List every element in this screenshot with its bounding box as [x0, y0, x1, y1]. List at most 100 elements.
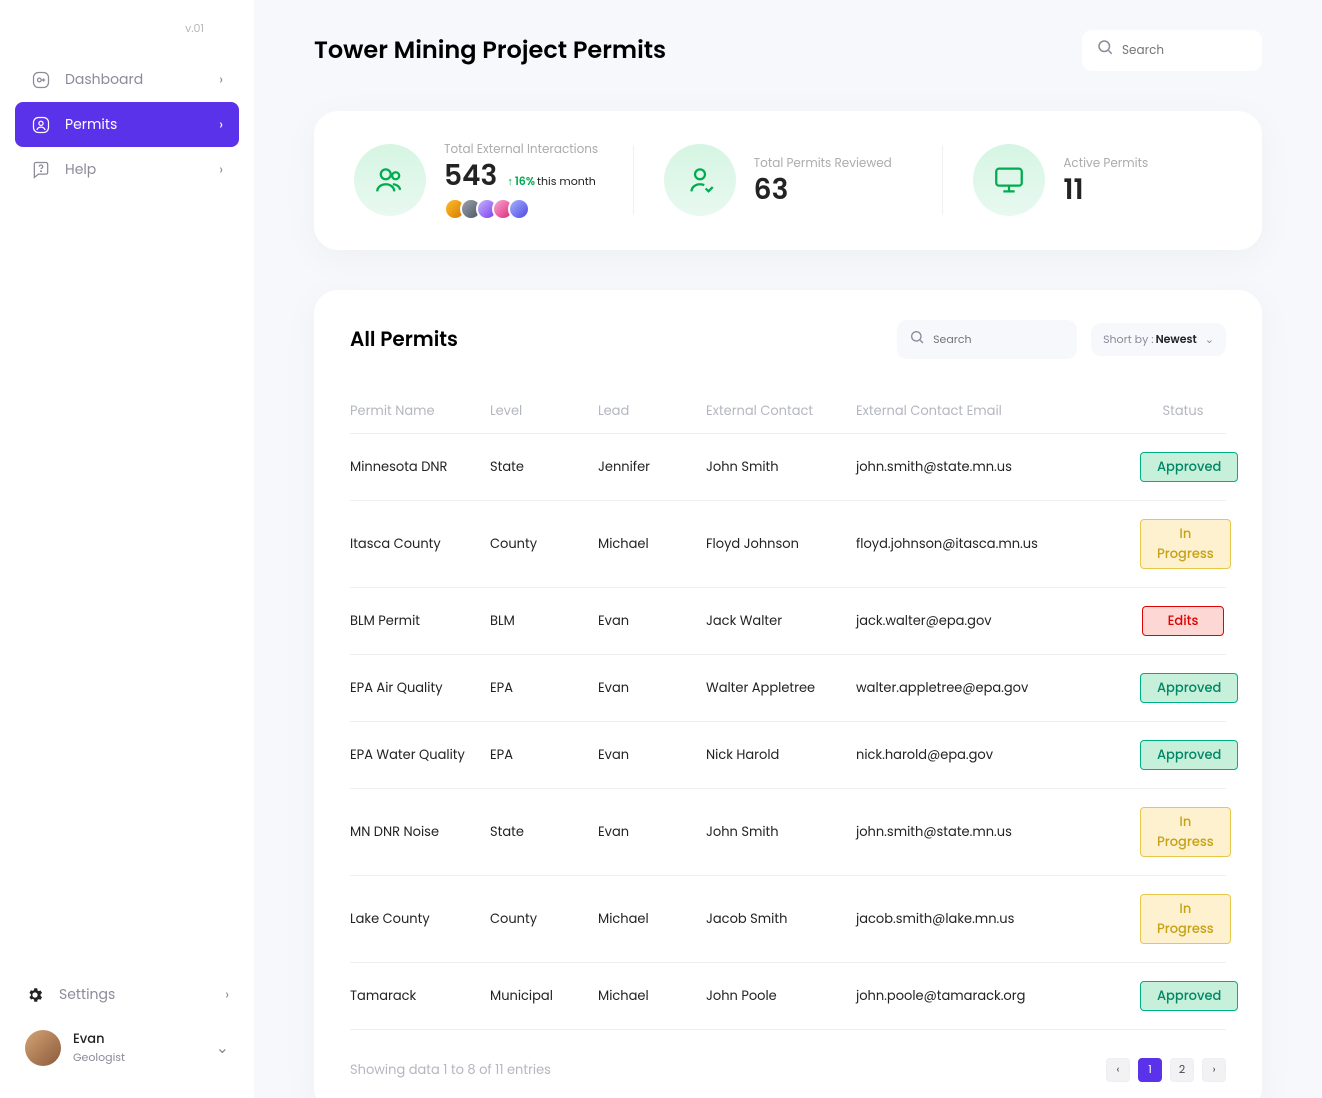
table-row[interactable]: BLM PermitBLMEvanJack Walterjack.walter@… — [350, 588, 1226, 655]
cell-email: floyd.johnson@itasca.mn.us — [856, 534, 1036, 554]
stat-content: Total External Interactions 543 ↑ 16% th… — [444, 141, 598, 220]
cell-level: State — [490, 457, 598, 477]
cell-level: State — [490, 822, 598, 842]
table-row[interactable]: Lake CountyCountyMichaelJacob Smithjacob… — [350, 876, 1226, 963]
search-box[interactable] — [1082, 30, 1262, 71]
cell-email: john.poole@tamarack.org — [856, 986, 1036, 1006]
help-icon — [31, 160, 51, 180]
divider — [942, 145, 943, 215]
cell-email: nick.harold@epa.gov — [856, 745, 1036, 765]
cell-email: jack.walter@epa.gov — [856, 611, 1036, 631]
stat-reviewed: Total Permits Reviewed 63 — [664, 144, 913, 216]
table-row[interactable]: EPA Air QualityEPAEvanWalter Appletreewa… — [350, 655, 1226, 722]
sidebar-item-help[interactable]: Help › — [15, 147, 239, 192]
col-contact: External Contact — [706, 401, 856, 421]
status-badge: In Progress — [1140, 807, 1231, 857]
trend-percent: 16% — [515, 173, 535, 190]
trend-label: this month — [537, 173, 596, 190]
page-next[interactable]: › — [1202, 1058, 1226, 1082]
cell-status: Edits — [1140, 606, 1226, 636]
cell-name: Minnesota DNR — [350, 457, 490, 477]
user-name: Evan — [73, 1029, 216, 1049]
cell-email: john.smith@state.mn.us — [856, 822, 1036, 842]
cell-lead: Evan — [598, 745, 706, 765]
cell-level: EPA — [490, 745, 598, 765]
page-prev[interactable]: ‹ — [1106, 1058, 1130, 1082]
cell-contact: Walter Appletree — [706, 678, 856, 698]
cell-name: Lake County — [350, 909, 490, 929]
cell-level: County — [490, 909, 598, 929]
sidebar-item-dashboard[interactable]: Dashboard › — [15, 57, 239, 102]
table-header: All Permits Short by : Newest ⌄ — [350, 320, 1226, 359]
user-info: Evan Geologist — [73, 1029, 216, 1066]
col-level: Level — [490, 401, 598, 421]
cell-lead: Evan — [598, 822, 706, 842]
avatar — [508, 198, 530, 220]
cell-name: Tamarack — [350, 986, 490, 1006]
stat-active: Active Permits 11 — [973, 144, 1222, 216]
cell-lead: Evan — [598, 678, 706, 698]
cell-email: walter.appletree@epa.gov — [856, 678, 1036, 698]
sidebar-item-label: Help — [65, 159, 219, 180]
cell-status: Approved — [1140, 452, 1226, 482]
stat-value: 11 — [1063, 175, 1148, 206]
status-badge: Approved — [1140, 673, 1238, 703]
cell-name: Itasca County — [350, 534, 490, 554]
table-row[interactable]: MN DNR NoiseStateEvanJohn Smithjohn.smit… — [350, 789, 1226, 876]
table-row[interactable]: Itasca CountyCountyMichaelFloyd Johnsonf… — [350, 501, 1226, 588]
user-role: Geologist — [73, 1049, 216, 1066]
stat-content: Active Permits 11 — [1063, 155, 1148, 206]
table-body: Minnesota DNRStateJenniferJohn Smithjohn… — [350, 434, 1226, 1030]
cell-lead: Michael — [598, 986, 706, 1006]
col-email: External Contact Email — [856, 401, 1036, 421]
cell-status: Approved — [1140, 740, 1226, 770]
main: Tower Mining Project Permits Total Exter… — [254, 0, 1322, 1098]
cell-email: john.smith@state.mn.us — [856, 457, 1036, 477]
cell-name: BLM Permit — [350, 611, 490, 631]
version-label: v.01 — [0, 20, 254, 57]
table-search-box[interactable] — [897, 320, 1077, 359]
arrow-up-icon: ↑ — [507, 173, 513, 190]
cell-contact: John Poole — [706, 986, 856, 1006]
table-footer: Showing data 1 to 8 of 11 entries ‹ 12 › — [350, 1058, 1226, 1082]
key-icon — [31, 70, 51, 90]
cell-level: EPA — [490, 678, 598, 698]
table-row[interactable]: TamarackMunicipalMichaelJohn Poolejohn.p… — [350, 963, 1226, 1030]
cell-level: County — [490, 534, 598, 554]
cell-status: Approved — [1140, 981, 1226, 1011]
sidebar-item-label: Dashboard — [65, 69, 219, 90]
user-menu[interactable]: Evan Geologist ⌄ — [15, 1017, 239, 1078]
search-icon — [1096, 38, 1122, 63]
col-lead: Lead — [598, 401, 706, 421]
cell-contact: Jacob Smith — [706, 909, 856, 929]
sort-dropdown[interactable]: Short by : Newest ⌄ — [1091, 323, 1226, 356]
cell-lead: Michael — [598, 534, 706, 554]
stat-trend: ↑ 16% this month — [507, 173, 596, 190]
search-input[interactable] — [1122, 42, 1322, 60]
status-badge: In Progress — [1140, 894, 1231, 944]
user-icon — [31, 115, 51, 135]
status-badge: In Progress — [1140, 519, 1231, 569]
status-badge: Edits — [1142, 606, 1224, 636]
sidebar-bottom: Settings › Evan Geologist ⌄ — [0, 972, 254, 1078]
cell-lead: Evan — [598, 611, 706, 631]
cell-status: In Progress — [1140, 519, 1226, 569]
cell-contact: Jack Walter — [706, 611, 856, 631]
cell-level: BLM — [490, 611, 598, 631]
permits-table: Permit Name Level Lead External Contact … — [350, 389, 1226, 1030]
sidebar: v.01 Dashboard › Permits › Help › — [0, 0, 254, 1098]
chevron-right-icon: › — [225, 984, 229, 1005]
chevron-right-icon: › — [219, 114, 223, 135]
pagination: ‹ 12 › — [1106, 1058, 1226, 1082]
chevron-down-icon: ⌄ — [1205, 331, 1214, 348]
table-row[interactable]: Minnesota DNRStateJenniferJohn Smithjohn… — [350, 434, 1226, 501]
page-2[interactable]: 2 — [1170, 1058, 1194, 1082]
table-row[interactable]: EPA Water QualityEPAEvanNick Haroldnick.… — [350, 722, 1226, 789]
col-name: Permit Name — [350, 401, 490, 421]
settings-button[interactable]: Settings › — [15, 972, 239, 1017]
page-1[interactable]: 1 — [1138, 1058, 1162, 1082]
cell-status: In Progress — [1140, 894, 1226, 944]
sidebar-item-permits[interactable]: Permits › — [15, 102, 239, 147]
settings-label: Settings — [59, 984, 225, 1005]
stat-avatars — [444, 198, 598, 220]
